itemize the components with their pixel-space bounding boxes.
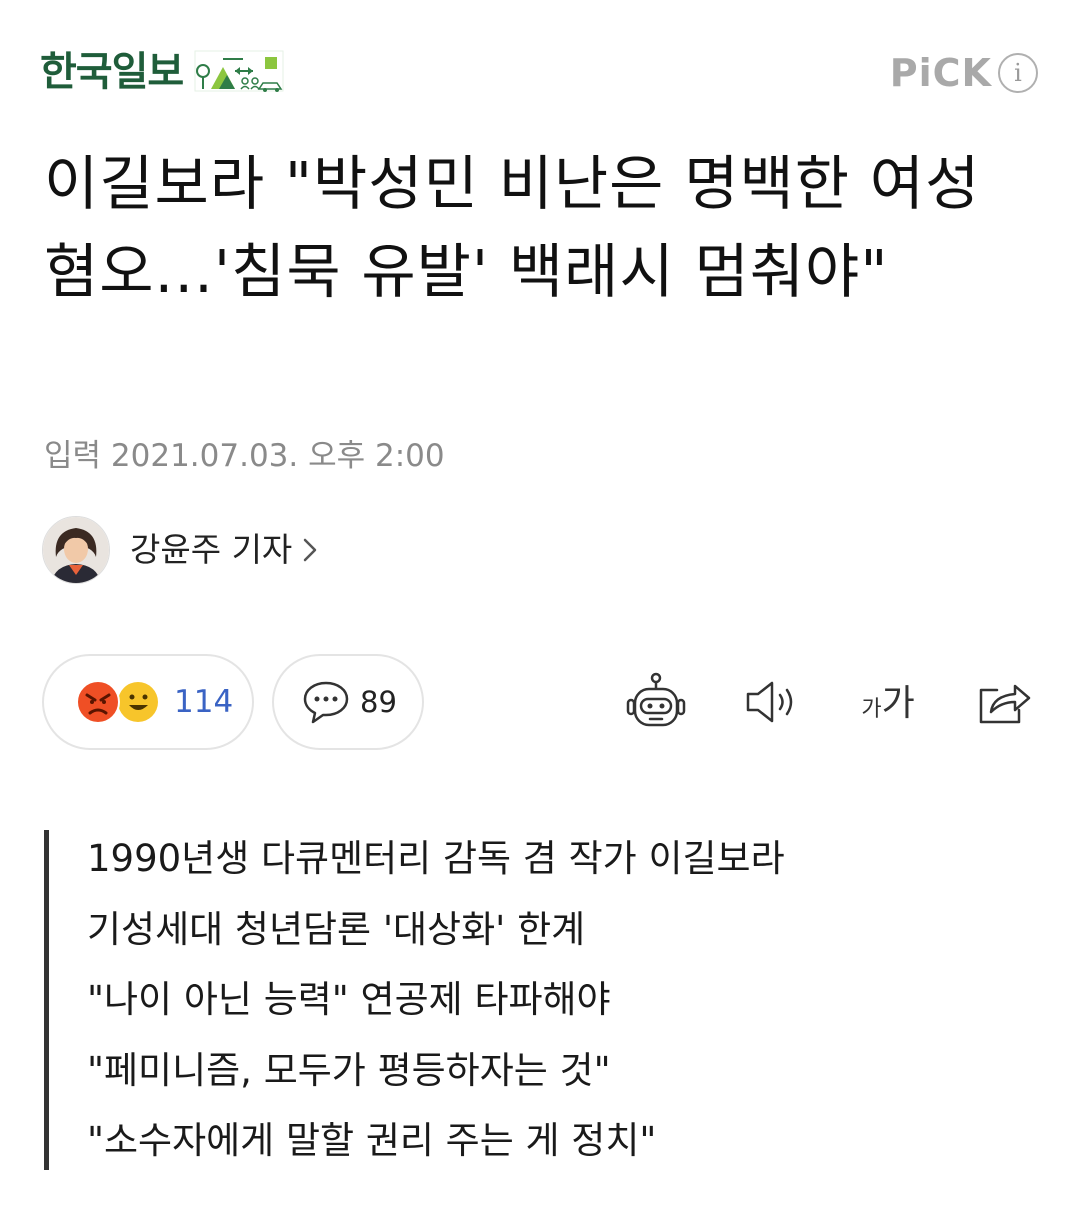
share-icon [979,684,1031,724]
comments-button[interactable]: 89 [272,654,424,750]
reporter-link[interactable]: 강윤주 기자 [42,516,318,584]
font-size-small-glyph: 가 [861,697,882,722]
speaker-icon [746,681,793,723]
pick-badge[interactable]: PiCK i [890,50,1038,96]
reaction-count: 114 [174,684,234,720]
reaction-emojis-icon [76,680,158,724]
nature-scene-logo-icon [194,50,284,92]
comment-count: 89 [360,685,397,719]
reporter-name: 강윤주 기자 [130,530,293,569]
reporter-avatar [42,516,110,584]
summary-line: "소수자에게 말할 권리 주는 게 정치" [87,1119,657,1162]
app-header: 한국일보 PiCK i [0,0,1080,110]
font-size-button[interactable]: 가 가 [852,666,924,738]
article-summary: 1990년생 다큐멘터리 감독 겸 작가 이길보라 기성세대 청년담론 '대상화… [44,830,1034,1170]
robot-icon [626,672,686,727]
summary-line: "나이 아닌 능력" 연공제 타파해야 [87,978,611,1021]
summary-line: 기성세대 청년담론 '대상화' 한계 [87,907,586,951]
summary-line: 1990년생 다큐멘터리 감독 겸 작가 이길보라 [87,837,785,880]
pick-label: PiCK [889,51,992,95]
summary-line: "페미니즘, 모두가 평등하자는 것" [87,1048,611,1092]
article-date: 입력 2021.07.03. 오후 2:00 [44,438,445,474]
publisher-name: 한국일보 [40,49,184,95]
ai-summary-button[interactable] [620,666,692,738]
publisher-brand[interactable]: 한국일보 [40,48,285,96]
article-headline: 이길보라 "박성민 비난은 명백한 여성혐오...'침묵 유발' 백래시 멈춰야… [44,149,981,306]
reporter-photo-icon [43,517,109,583]
info-icon[interactable]: i [998,53,1038,93]
share-button[interactable] [968,666,1040,738]
chevron-right-icon [304,538,317,562]
text-to-speech-button[interactable] [736,666,808,738]
comment-bubble-icon [303,681,349,724]
font-size-large-glyph: 가 [881,683,915,724]
reactions-button[interactable]: 114 [42,654,254,750]
